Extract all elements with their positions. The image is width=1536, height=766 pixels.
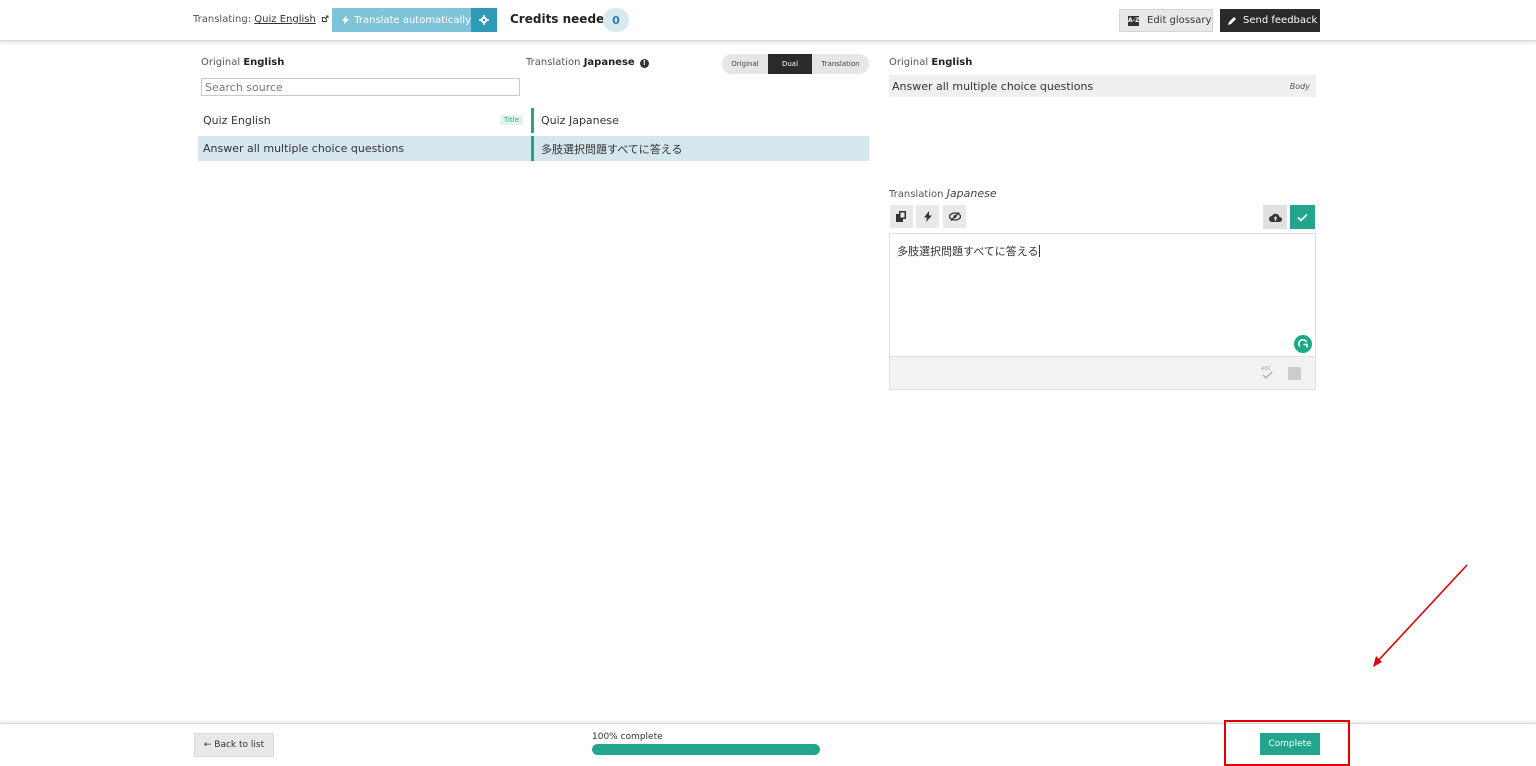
translation-editor-value: 多肢選択問題すべてに答える [897, 245, 1039, 258]
grammarly-icon[interactable] [1294, 335, 1312, 353]
lightning-icon [923, 211, 932, 222]
lightning-icon [342, 15, 350, 25]
segment-type-tag: Title [500, 115, 524, 125]
editor-footer [889, 357, 1316, 390]
translate-automatically-label: Translate automatically [354, 14, 471, 26]
back-to-list-button[interactable]: ← Back to list [194, 733, 274, 757]
view-translation-option[interactable]: Translation [812, 54, 869, 74]
glossary-icon: A-Z [1128, 15, 1140, 26]
edit-glossary-button[interactable]: A-Z Edit glossary [1119, 9, 1213, 32]
translation-column-label: Translation [526, 57, 581, 68]
detail-original-language: English [931, 57, 973, 68]
segment-target[interactable]: Quiz Japanese [531, 108, 619, 133]
original-column-language: English [243, 57, 285, 68]
annotation-arrow-icon [1373, 564, 1468, 667]
segment-row[interactable]: Quiz English Title Quiz Japanese [198, 108, 869, 133]
cloud-upload-icon [1268, 213, 1282, 222]
detail-translation-header: Translation Japanese [889, 187, 997, 200]
search-source-input[interactable] [201, 78, 520, 96]
toggle-preview-button[interactable] [943, 205, 966, 228]
annotation-highlight-box [1224, 720, 1350, 766]
original-text: Answer all multiple choice questions [892, 79, 1094, 93]
eye-slash-icon [948, 212, 961, 221]
auto-translate-settings-button[interactable] [471, 8, 497, 32]
copy-icon [896, 211, 906, 222]
gear-icon [479, 15, 489, 25]
view-mode-toggle: Original Dual Translation [722, 54, 869, 74]
original-column-header: Original English [201, 57, 284, 68]
translating-label: Translating: [193, 14, 252, 25]
external-link-icon[interactable] [321, 15, 329, 23]
machine-translate-button[interactable] [916, 205, 939, 228]
credits-needed-label: Credits needed [510, 12, 613, 26]
grammarly-g-icon [1297, 338, 1308, 347]
pencil-icon [1228, 17, 1236, 25]
detail-original-label: Original [889, 57, 929, 68]
translate-automatically-button[interactable]: Translate automatically [332, 8, 471, 32]
segment-row-selected[interactable]: Answer all multiple choice questions 多肢選… [198, 136, 869, 161]
edit-glossary-label: Edit glossary [1147, 15, 1212, 26]
detail-translation-label: Translation [889, 189, 944, 200]
progress-bar [592, 744, 820, 755]
progress-bar-fill [592, 744, 820, 755]
upload-button[interactable] [1263, 205, 1287, 229]
progress-label: 100% complete [592, 732, 663, 742]
translating-link[interactable]: Quiz English [254, 14, 316, 25]
text-caret [1039, 245, 1041, 257]
segment-target[interactable]: 多肢選択問題すべてに答える [531, 136, 682, 161]
confirm-translation-button[interactable] [1290, 205, 1315, 229]
svg-text:ABC: ABC [1261, 366, 1272, 372]
send-feedback-button[interactable]: Send feedback [1220, 9, 1320, 32]
translation-column-header: Translation Japanese ! [526, 57, 649, 68]
translation-editor-text[interactable]: 多肢選択問題すべてに答える [897, 243, 1041, 259]
translation-column-language: Japanese [583, 57, 635, 68]
segment-source: Answer all multiple choice questions [203, 142, 405, 155]
segment-source: Quiz English [203, 114, 271, 127]
original-text-box: Answer all multiple choice questions Bod… [889, 75, 1316, 97]
check-icon [1297, 213, 1308, 222]
translating-info: Translating: Quiz English [193, 14, 329, 25]
field-type-label: Body [1289, 81, 1310, 91]
view-original-option[interactable]: Original [722, 54, 768, 74]
send-feedback-label: Send feedback [1243, 15, 1318, 26]
detail-original-header: Original English [889, 57, 972, 68]
detail-translation-language: Japanese [946, 187, 997, 200]
spellcheck-icon[interactable]: ABC [1260, 365, 1274, 381]
original-column-label: Original [201, 57, 241, 68]
info-icon[interactable]: ! [639, 59, 649, 68]
image-icon[interactable] [1288, 367, 1301, 380]
copy-source-button[interactable] [890, 205, 913, 228]
view-dual-option[interactable]: Dual [768, 54, 812, 74]
credits-count-badge: 0 [603, 8, 629, 32]
translation-editor[interactable]: 多肢選択問題すべてに答える [889, 233, 1316, 357]
